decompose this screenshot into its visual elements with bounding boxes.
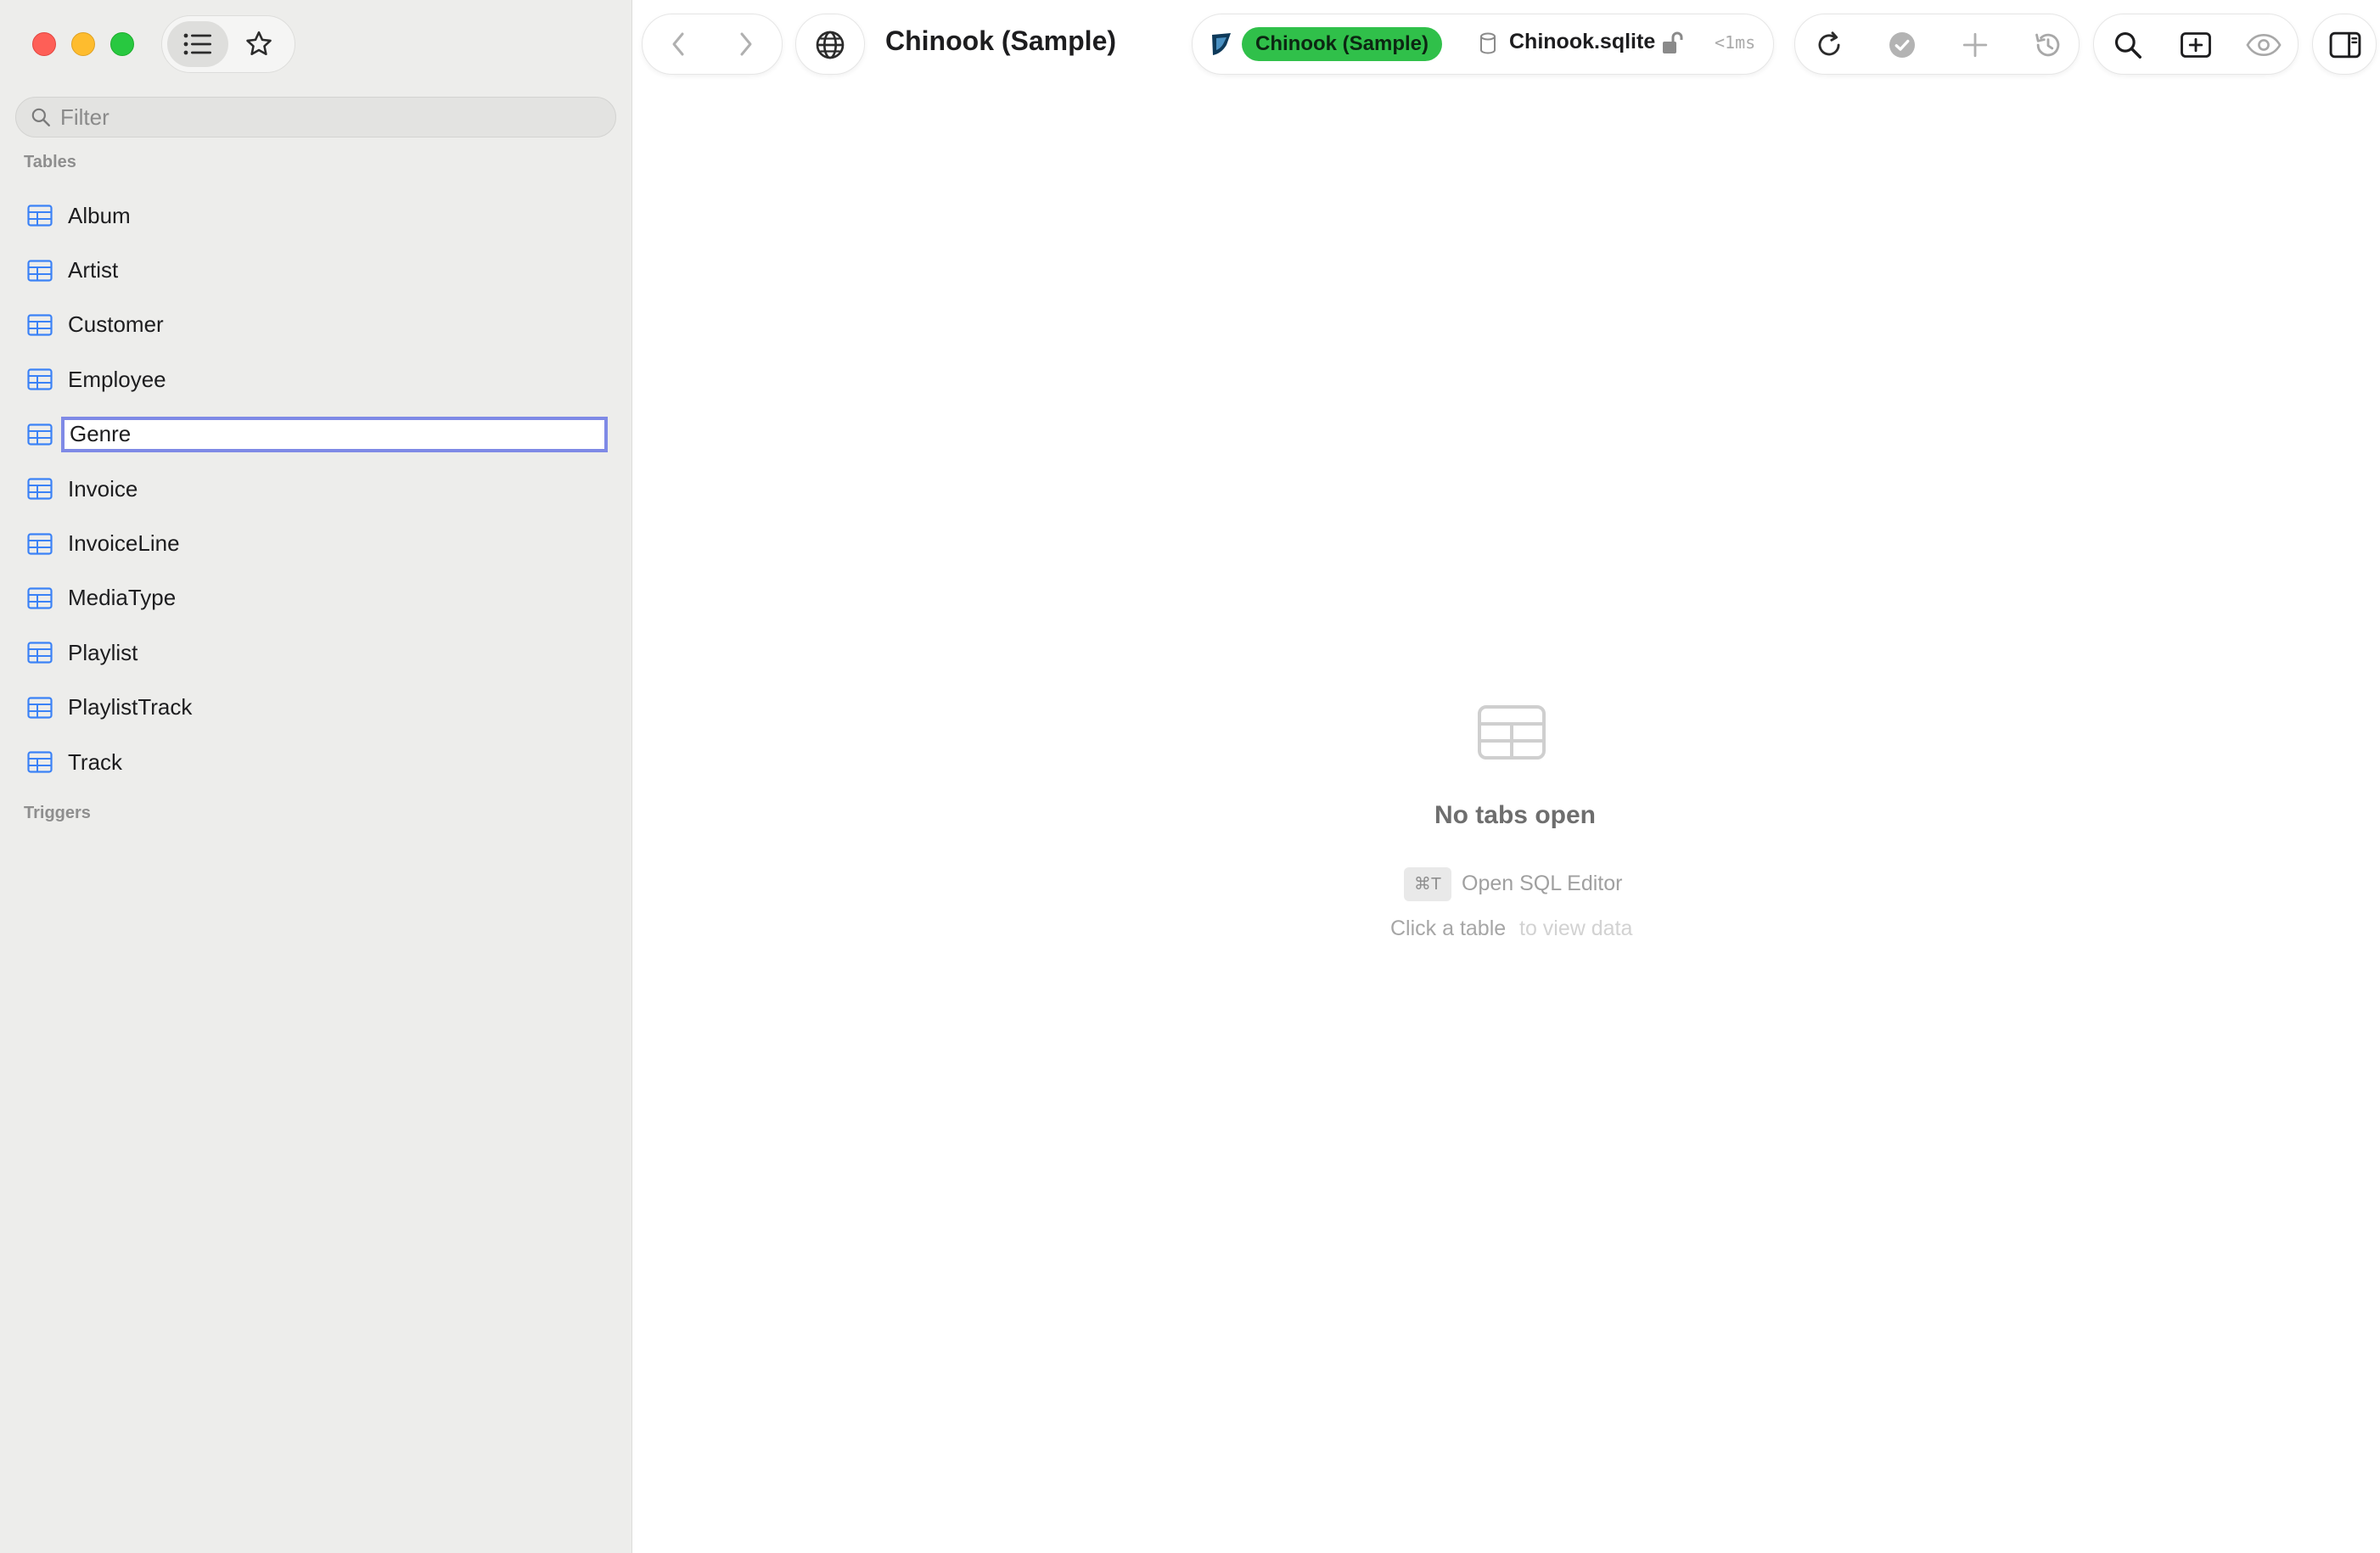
database-file-name: Chinook.sqlite <box>1509 30 1656 53</box>
commit-button[interactable] <box>1883 26 1921 64</box>
list-icon <box>183 33 211 55</box>
forward-button[interactable] <box>727 25 765 63</box>
triggers-section-header: Triggers <box>24 804 91 822</box>
sidebar-table-item[interactable]: Track <box>0 735 632 789</box>
empty-state-title: No tabs open <box>1434 801 1596 829</box>
sidebar-table-item[interactable]: Invoice <box>0 462 632 516</box>
plus-icon <box>1962 32 1988 58</box>
view-actions-group <box>2093 14 2299 75</box>
table-icon <box>27 751 53 773</box>
table-label: Employee <box>68 366 166 392</box>
table-label: Album <box>68 202 131 228</box>
back-icon <box>672 32 684 56</box>
table-icon <box>27 532 53 555</box>
sidebar-toggle-icon <box>2329 31 2361 59</box>
list-view-button[interactable] <box>167 21 228 67</box>
zoom-window-button[interactable] <box>110 32 134 56</box>
toggle-inspector-button[interactable] <box>2312 14 2377 75</box>
sidebar-table-item[interactable]: InvoiceLine <box>0 516 632 570</box>
star-icon <box>246 31 272 55</box>
sidebar-table-item[interactable]: Artist <box>0 243 632 297</box>
table-rename-input[interactable] <box>61 416 608 452</box>
table-label: InvoiceLine <box>68 530 180 557</box>
minimize-window-button[interactable] <box>71 32 95 56</box>
search-icon <box>30 106 52 128</box>
search-icon <box>2114 31 2141 59</box>
window-title: Chinook (Sample) <box>885 25 1117 56</box>
connection-switcher-button[interactable] <box>795 14 865 75</box>
sidebar-table-item[interactable]: Employee <box>0 352 632 406</box>
globe-icon <box>816 31 845 59</box>
table-icon <box>27 205 53 227</box>
history-icon <box>2035 33 2060 57</box>
filter-input[interactable] <box>60 104 570 131</box>
refresh-icon <box>1818 31 1840 56</box>
unlock-icon[interactable] <box>1660 31 1686 56</box>
table-icon <box>27 642 53 664</box>
table-icon <box>27 314 53 336</box>
table-label: Invoice <box>68 475 138 502</box>
preview-button[interactable] <box>2245 26 2282 64</box>
table-label: PlaylistTrack <box>68 694 193 720</box>
tables-section-header: Tables <box>24 153 76 171</box>
sidebar-table-item[interactable]: Customer <box>0 298 632 352</box>
eye-icon <box>2246 33 2282 57</box>
shortcut-key: ⌘T <box>1404 867 1451 901</box>
query-timing: <1ms <box>1715 32 1756 53</box>
empty-table-icon <box>1477 704 1546 760</box>
view-data-hint: to view data <box>1519 917 1633 940</box>
sidebar-table-item[interactable]: MediaType <box>0 571 632 625</box>
sidebar: Tables Album Artist Customer Employee Invoic… <box>0 0 632 1553</box>
table-icon <box>27 587 53 609</box>
table-label: Track <box>68 748 123 775</box>
query-actions-group <box>1794 14 2080 75</box>
table-label: MediaType <box>68 585 177 611</box>
sidebar-table-item[interactable]: PlaylistTrack <box>0 681 632 735</box>
tables-list: Album Artist Customer Employee Invoice Invoic… <box>0 188 632 789</box>
navigation-group <box>642 14 783 75</box>
table-icon <box>27 368 53 390</box>
table-label: Customer <box>68 311 164 338</box>
check-icon <box>1889 32 1915 58</box>
add-row-button[interactable] <box>1956 26 1994 64</box>
new-tab-icon <box>2181 32 2211 58</box>
filter-field[interactable] <box>15 97 616 137</box>
table-icon <box>27 423 53 446</box>
favorites-view-button[interactable] <box>228 21 289 67</box>
table-label: Artist <box>68 257 119 283</box>
connection-badge[interactable]: Chinook (Sample) <box>1242 27 1443 61</box>
sidebar-table-item[interactable] <box>0 407 632 462</box>
open-sql-editor-link[interactable]: Open SQL Editor <box>1462 872 1622 896</box>
history-button[interactable] <box>2029 26 2067 64</box>
table-icon <box>27 697 53 719</box>
back-button[interactable] <box>660 25 697 63</box>
close-window-button[interactable] <box>32 32 56 56</box>
table-icon <box>27 478 53 500</box>
table-label: Playlist <box>68 639 138 665</box>
database-file-icon <box>1479 31 1497 55</box>
sidebar-table-item[interactable]: Playlist <box>0 625 632 680</box>
click-table-hint: Click a table <box>1390 917 1507 940</box>
new-tab-button[interactable] <box>2177 26 2214 64</box>
database-brand-icon <box>1210 31 1233 57</box>
search-button[interactable] <box>2109 26 2147 64</box>
refresh-button[interactable] <box>1810 26 1848 64</box>
sidebar-table-item[interactable]: Album <box>0 188 632 243</box>
table-icon <box>27 259 53 282</box>
forward-icon <box>740 32 752 56</box>
sidebar-view-toggle <box>161 15 295 73</box>
